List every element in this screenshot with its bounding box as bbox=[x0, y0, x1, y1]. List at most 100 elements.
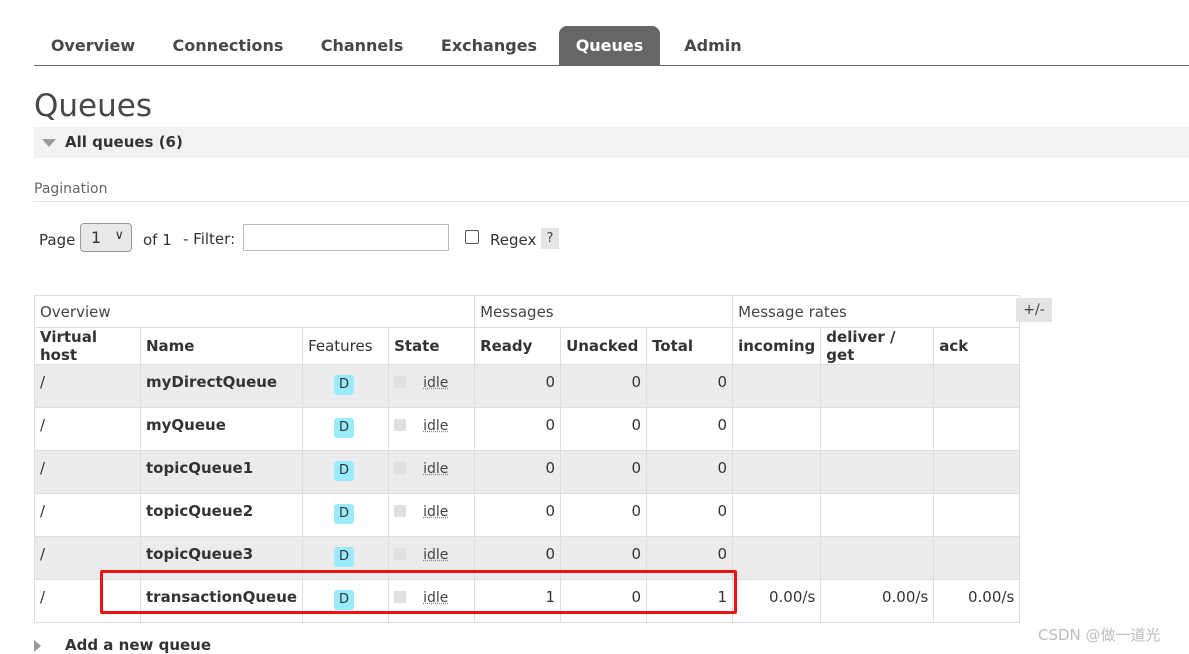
queue-name-link[interactable]: myQueue bbox=[139, 407, 304, 451]
cell-ack bbox=[933, 450, 1021, 494]
columns-toggle-button[interactable]: +/- bbox=[1016, 298, 1052, 322]
watermark: CSDN @做一道光 bbox=[1038, 626, 1161, 644]
table-row: / myQueue D idle 0 0 0 bbox=[34, 407, 1021, 451]
cell-deliver-get bbox=[820, 493, 935, 537]
cell-unacked: 0 bbox=[560, 493, 648, 537]
regex-help-button[interactable]: ? bbox=[541, 228, 559, 249]
queue-name-link[interactable]: topicQueue1 bbox=[139, 450, 304, 494]
page-select-value: 1 bbox=[91, 228, 102, 247]
state-text: idle bbox=[423, 461, 449, 477]
cell-features: D bbox=[302, 407, 390, 451]
cell-state: idle bbox=[388, 450, 476, 494]
add-queue-section-toggle[interactable]: Add a new queue bbox=[46, 636, 211, 654]
cell-vhost: / bbox=[34, 407, 141, 451]
cell-state: idle bbox=[388, 364, 476, 408]
col-total[interactable]: Total bbox=[646, 327, 734, 365]
cell-total: 0 bbox=[646, 493, 734, 537]
table-row: / myDirectQueue D idle 0 0 0 bbox=[34, 364, 1021, 408]
col-unacked[interactable]: Unacked bbox=[560, 327, 648, 365]
cell-features: D bbox=[302, 364, 390, 408]
cell-total: 0 bbox=[646, 407, 734, 451]
group-header-messages: Messages bbox=[474, 295, 734, 328]
filter-label: - Filter: bbox=[183, 230, 236, 248]
state-text: idle bbox=[423, 375, 449, 391]
cell-features: D bbox=[302, 493, 390, 537]
cell-total: 0 bbox=[646, 450, 734, 494]
cell-ready: 0 bbox=[474, 407, 562, 451]
expand-triangle-icon bbox=[34, 640, 41, 652]
durable-badge: D bbox=[334, 418, 355, 438]
cell-deliver-get: 0.00/s bbox=[820, 579, 935, 623]
tab-exchanges[interactable]: Exchanges bbox=[434, 26, 544, 65]
state-indicator-icon bbox=[394, 376, 407, 388]
main-nav-tabs: Overview Connections Channels Exchanges … bbox=[34, 26, 1189, 66]
pagination-divider bbox=[34, 201, 1189, 202]
regex-label: Regex bbox=[490, 231, 537, 249]
cell-vhost: / bbox=[34, 364, 141, 408]
durable-badge: D bbox=[334, 504, 355, 524]
col-ack[interactable]: ack bbox=[933, 327, 1021, 365]
all-queues-label: All queues (6) bbox=[65, 133, 183, 151]
group-header-message-rates: Message rates bbox=[732, 295, 1021, 328]
state-indicator-icon bbox=[394, 505, 407, 517]
cell-incoming bbox=[732, 407, 822, 451]
cell-features: D bbox=[302, 450, 390, 494]
col-deliver-get[interactable]: deliver / get bbox=[820, 327, 935, 365]
cell-deliver-get bbox=[820, 450, 935, 494]
cell-deliver-get bbox=[820, 407, 935, 451]
cell-ack: 0.00/s bbox=[933, 579, 1021, 623]
cell-unacked: 0 bbox=[560, 364, 648, 408]
tab-admin[interactable]: Admin bbox=[674, 26, 752, 65]
tab-connections[interactable]: Connections bbox=[168, 26, 288, 65]
col-ready[interactable]: Ready bbox=[474, 327, 562, 365]
cell-ready: 0 bbox=[474, 364, 562, 408]
queue-name-link[interactable]: myDirectQueue bbox=[139, 364, 304, 408]
regex-checkbox[interactable] bbox=[465, 230, 479, 244]
cell-total: 0 bbox=[646, 364, 734, 408]
cell-incoming bbox=[732, 536, 822, 580]
page-label: Page bbox=[39, 231, 76, 249]
state-text: idle bbox=[423, 504, 449, 520]
col-virtual-host[interactable]: Virtual host bbox=[34, 327, 141, 365]
cell-state: idle bbox=[388, 493, 476, 537]
collapse-triangle-icon bbox=[42, 139, 56, 147]
cell-unacked: 0 bbox=[560, 450, 648, 494]
cell-vhost: / bbox=[34, 493, 141, 537]
state-indicator-icon bbox=[394, 548, 407, 560]
tab-channels[interactable]: Channels bbox=[312, 26, 412, 65]
durable-badge: D bbox=[334, 547, 355, 567]
pagination-heading: Pagination bbox=[34, 181, 108, 197]
highlight-annotation bbox=[100, 570, 737, 614]
cell-incoming: 0.00/s bbox=[732, 579, 822, 623]
table-row: / topicQueue1 D idle 0 0 0 bbox=[34, 450, 1021, 494]
all-queues-section-toggle[interactable]: All queues (6) bbox=[34, 127, 1189, 158]
cell-deliver-get bbox=[820, 364, 935, 408]
col-state[interactable]: State bbox=[388, 327, 476, 365]
page-select[interactable]: 1 ∨ bbox=[80, 223, 132, 252]
tab-queues[interactable]: Queues bbox=[559, 26, 660, 65]
add-queue-label: Add a new queue bbox=[65, 636, 212, 654]
cell-ack bbox=[933, 407, 1021, 451]
cell-incoming bbox=[732, 364, 822, 408]
cell-ready: 0 bbox=[474, 493, 562, 537]
col-incoming[interactable]: incoming bbox=[732, 327, 822, 365]
state-indicator-icon bbox=[394, 419, 407, 431]
col-features: Features bbox=[302, 327, 390, 365]
tab-overview[interactable]: Overview bbox=[42, 26, 144, 65]
cell-ack bbox=[933, 493, 1021, 537]
state-text: idle bbox=[423, 547, 449, 563]
cell-ready: 0 bbox=[474, 450, 562, 494]
cell-incoming bbox=[732, 450, 822, 494]
col-name[interactable]: Name bbox=[139, 327, 304, 365]
cell-deliver-get bbox=[820, 536, 935, 580]
cell-unacked: 0 bbox=[560, 407, 648, 451]
cell-state: idle bbox=[388, 407, 476, 451]
table-row: / topicQueue2 D idle 0 0 0 bbox=[34, 493, 1021, 537]
cell-ack bbox=[933, 364, 1021, 408]
cell-ack bbox=[933, 536, 1021, 580]
state-indicator-icon bbox=[394, 462, 407, 474]
durable-badge: D bbox=[334, 375, 355, 395]
page-title: Queues bbox=[34, 88, 152, 124]
filter-input[interactable] bbox=[243, 224, 449, 251]
queue-name-link[interactable]: topicQueue2 bbox=[139, 493, 304, 537]
